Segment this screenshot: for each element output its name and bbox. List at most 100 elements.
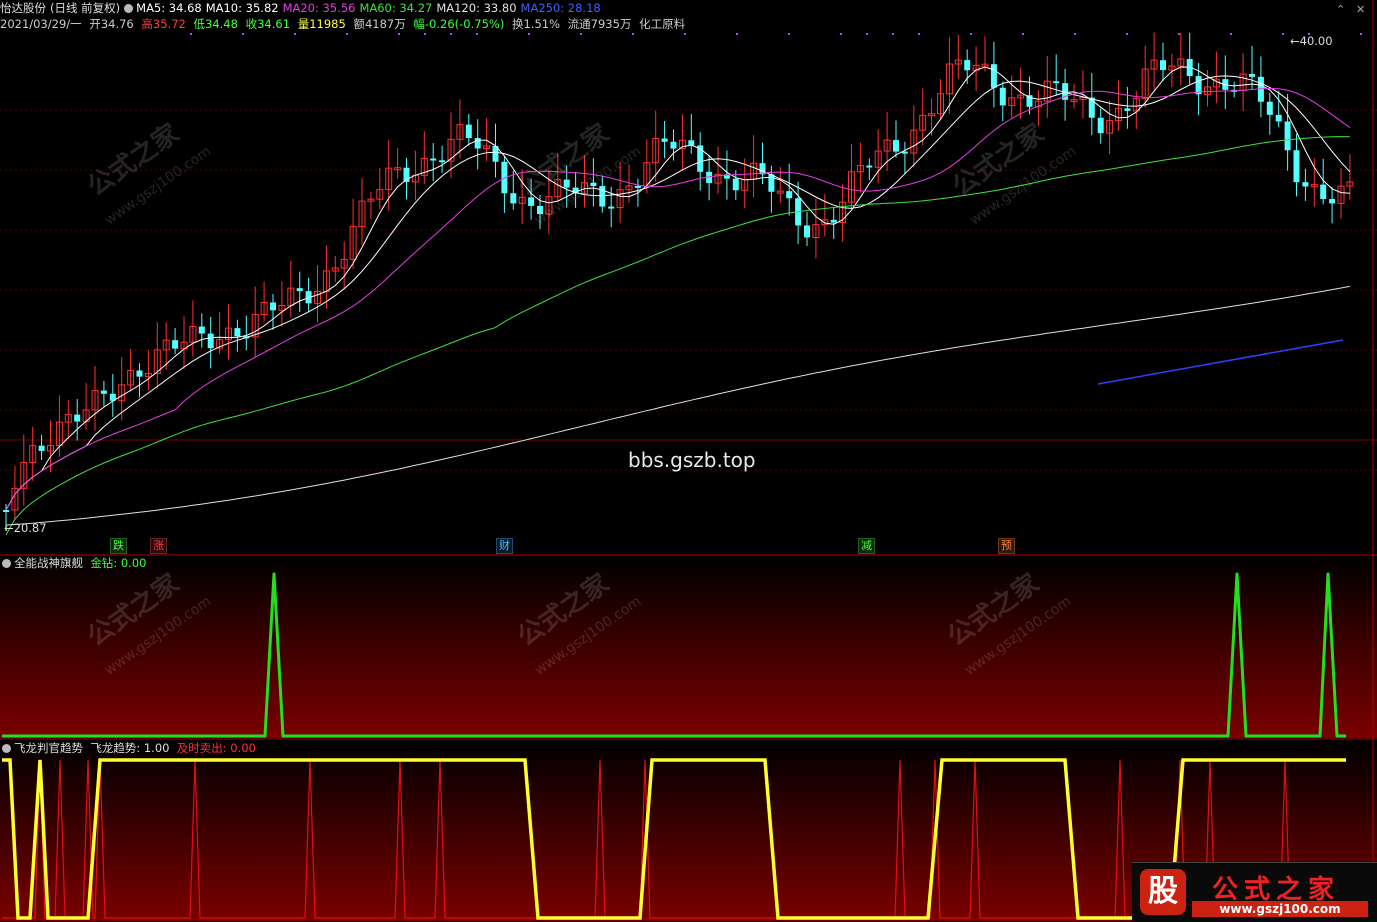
candle-body — [1160, 60, 1166, 71]
marker-dot — [450, 33, 452, 35]
quote-turnover: 换1.51% — [511, 17, 561, 31]
candle-body — [1097, 117, 1104, 134]
marker-dot — [1126, 33, 1128, 35]
ma-legend-item: MA250: 28.18 — [520, 1, 601, 15]
candle-body — [1053, 81, 1060, 84]
tag-forecast[interactable]: 预 — [998, 538, 1015, 554]
panel3-settings-icon[interactable] — [2, 744, 11, 753]
tag-rise[interactable]: 涨 — [150, 538, 167, 554]
ma120-line — [5, 285, 1350, 526]
candle-body — [439, 160, 446, 163]
marker-dot — [684, 33, 686, 35]
marker-dot — [1178, 33, 1180, 35]
marker-dot — [918, 33, 920, 35]
quote-industry: 化工原料 — [639, 17, 686, 31]
ma-legend-item: MA5: 34.68 — [136, 1, 202, 15]
marker-dot — [580, 33, 582, 35]
candle-body — [1026, 95, 1033, 107]
candle-body — [697, 145, 704, 172]
quote-line: 2021/03/29/一 开34.76 高35.72 低34.48 收34.61… — [0, 16, 1377, 32]
quote-amount: 额4187万 — [353, 17, 406, 31]
candle-body — [999, 87, 1006, 106]
marker-dot — [736, 33, 738, 35]
panel2-name[interactable]: 全能战神旗舰 — [14, 556, 83, 570]
quote-volume: 量11985 — [297, 17, 346, 31]
quote-change: 幅-0.26(-0.75%) — [413, 17, 505, 31]
marker-dot — [1230, 33, 1232, 35]
site-badge[interactable]: 股 公式之家 www.gszj100.com — [1132, 862, 1377, 922]
ma-legend-item: MA20: 35.56 — [282, 1, 356, 15]
marker-dot — [970, 33, 972, 35]
candle-body — [1329, 199, 1336, 204]
panel2-metric: 金钻: 0.00 — [90, 556, 147, 570]
candle-body — [3, 510, 9, 512]
quote-close: 收34.61 — [245, 17, 291, 31]
quote-high: 高35.72 — [141, 17, 186, 31]
quote-date: 2021/03/29/一 — [0, 17, 82, 31]
candle-body — [866, 165, 873, 168]
panel2-settings-icon[interactable] — [2, 559, 11, 568]
candle-body — [608, 206, 615, 209]
quote-open: 开34.76 — [89, 17, 134, 31]
candle-body — [1266, 101, 1273, 115]
close-icon[interactable]: ✕ — [1356, 3, 1365, 16]
candle-body — [732, 178, 739, 191]
candle-body — [661, 138, 668, 142]
marker-dot — [528, 33, 530, 35]
badge-icon: 股 — [1140, 869, 1186, 915]
candle-body — [198, 326, 205, 334]
settings-dot-icon[interactable] — [124, 4, 134, 13]
panel3-metric2: 及时卖出: 0.00 — [176, 741, 256, 755]
collapse-icon[interactable]: ⌃ — [1336, 3, 1345, 16]
marker-dot — [632, 33, 634, 35]
marker-dot — [476, 33, 478, 35]
candle-body — [465, 124, 472, 139]
candle-body — [474, 138, 481, 149]
candle-body — [1320, 184, 1327, 200]
candle-body — [893, 140, 899, 152]
marker-dot — [294, 33, 296, 35]
tag-finance[interactable]: 财 — [496, 538, 513, 554]
quote-low: 低34.48 — [193, 17, 238, 31]
candle-body — [1293, 150, 1300, 183]
ma-legend-item: MA10: 35.82 — [205, 1, 279, 15]
center-watermark: bbs.gszb.top — [628, 448, 756, 472]
candle-body — [296, 288, 303, 292]
candle-body — [1284, 121, 1291, 151]
ma-legend-item: MA60: 34.27 — [359, 1, 433, 15]
candle-body — [688, 140, 695, 146]
chart-header: 怡达股份 (日线 前复权) MA5: 34.68 MA10: 35.82 MA20: 3… — [0, 0, 1377, 16]
marker-dot — [346, 33, 348, 35]
ma-legend-item: MA120: 33.80 — [436, 1, 517, 15]
panel2-header: 全能战神旗舰 金钻: 0.00 — [2, 556, 146, 570]
stock-name[interactable]: 怡达股份 — [0, 0, 46, 16]
tag-reduce[interactable]: 减 — [858, 538, 875, 554]
ma-line — [5, 66, 1350, 511]
candle-body — [830, 219, 837, 223]
badge-url: www.gszj100.com — [1192, 901, 1368, 917]
tag-fall[interactable]: 跌 — [110, 538, 127, 554]
chart-mode[interactable]: (日线 前复权) — [50, 0, 120, 16]
marker-dot — [190, 33, 192, 35]
marker-dot — [398, 33, 400, 35]
candle-body — [670, 141, 677, 149]
panel3-name[interactable]: 飞龙判官趋势 — [14, 741, 83, 755]
ma250-line — [1097, 339, 1344, 385]
marker-dot — [424, 33, 426, 35]
ma-line — [5, 75, 1351, 511]
candle-body — [270, 302, 276, 311]
candle-body — [1275, 114, 1282, 122]
candle-body — [563, 179, 570, 188]
candle-body — [964, 60, 971, 71]
candle-body — [100, 390, 107, 394]
marker-dot — [1282, 33, 1284, 35]
candle-body — [74, 414, 81, 422]
candle-body — [990, 64, 997, 88]
candle-body — [207, 333, 214, 349]
candle-body — [38, 445, 45, 451]
marker-dot — [1074, 33, 1076, 35]
candle-body — [634, 185, 641, 188]
high-price-label: ←40.00 — [1290, 34, 1333, 48]
candle-body — [1249, 74, 1255, 77]
candle-body — [234, 328, 241, 337]
